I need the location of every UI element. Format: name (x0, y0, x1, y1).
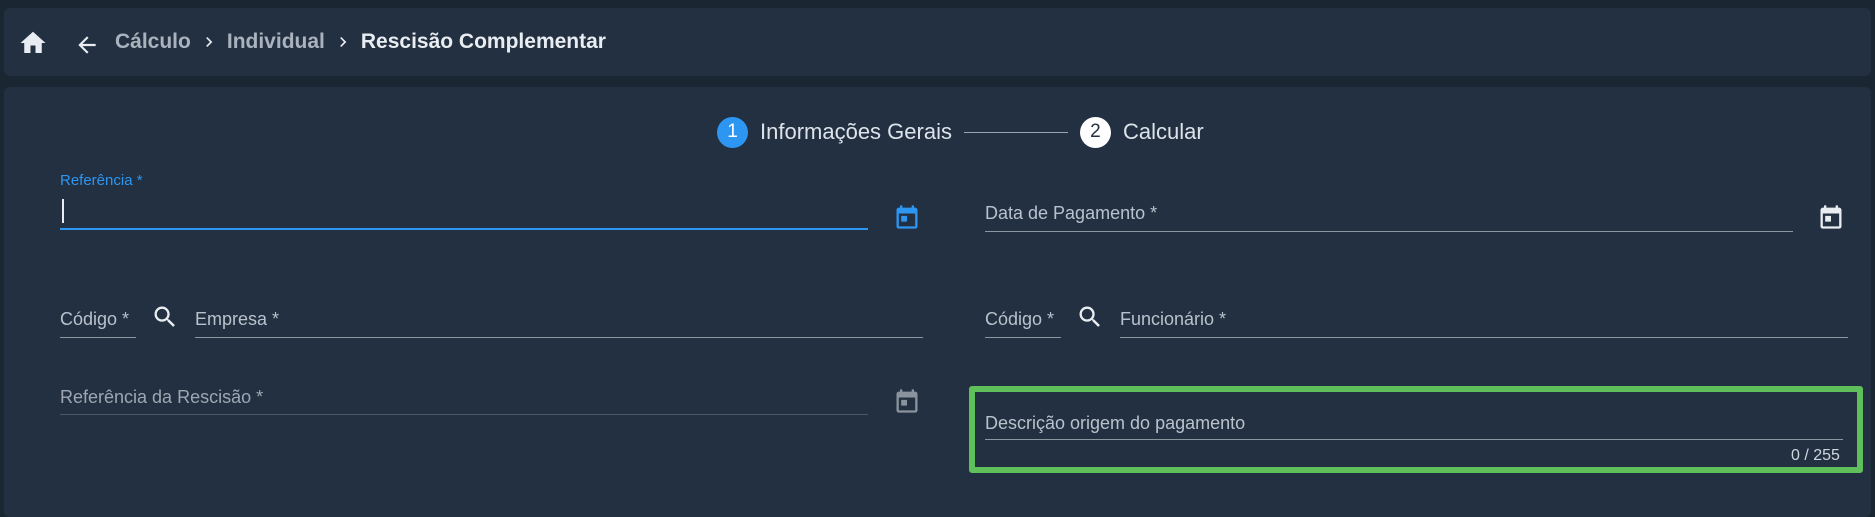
empresa-label: Empresa * (195, 309, 280, 329)
empresa-codigo-underline (60, 337, 136, 338)
stepper: 1 Informações Gerais 2 Calcular (717, 114, 1204, 150)
calendar-icon[interactable] (1817, 203, 1845, 236)
search-icon[interactable] (1076, 303, 1104, 336)
data-pagamento-field[interactable]: Data de Pagamento * (985, 200, 1793, 232)
referencia-rescisao-underline (60, 414, 868, 415)
breadcrumb: Cálculo Individual Rescisão Complementar (115, 8, 606, 76)
stepper-connector (963, 131, 1068, 133)
character-counter: 0 / 255 (1791, 447, 1840, 464)
home-icon[interactable] (18, 28, 48, 58)
text-caret (62, 199, 64, 223)
step-1-number[interactable]: 1 (717, 116, 748, 148)
funcionario-codigo-label: Código * (985, 309, 1055, 329)
data-pagamento-underline (985, 231, 1793, 232)
step-1-label[interactable]: Informações Gerais (760, 119, 952, 145)
referencia-rescisao-field[interactable]: Referência da Rescisão * (60, 383, 868, 415)
referencia-rescisao-label: Referência da Rescisão * (60, 387, 264, 407)
step-2-label[interactable]: Calcular (1123, 119, 1204, 145)
empresa-codigo-field[interactable]: Código * (60, 306, 136, 338)
referencia-label: Referência * (60, 172, 143, 189)
top-bar: Cálculo Individual Rescisão Complementar (4, 8, 1871, 76)
step-2-number[interactable]: 2 (1079, 116, 1111, 148)
funcionario-label: Funcionário * (1120, 309, 1227, 329)
descricao-origem-underline (985, 439, 1843, 440)
referencia-underline (60, 228, 868, 230)
breadcrumb-item-individual[interactable]: Individual (227, 30, 325, 54)
descricao-origem-field[interactable]: Descrição origem do pagamento (985, 410, 1843, 442)
referencia-field[interactable]: Referência * (60, 172, 868, 232)
descricao-origem-label: Descrição origem do pagamento (985, 413, 1246, 433)
empresa-codigo-label: Código * (60, 309, 130, 329)
breadcrumb-item-calculo[interactable]: Cálculo (115, 30, 191, 54)
funcionario-field[interactable]: Funcionário * (1120, 306, 1848, 338)
chevron-right-icon (333, 32, 353, 52)
funcionario-underline (1120, 337, 1848, 338)
funcionario-codigo-field[interactable]: Código * (985, 306, 1061, 338)
search-icon[interactable] (151, 303, 179, 336)
calendar-icon[interactable] (893, 203, 921, 236)
empresa-underline (195, 337, 923, 338)
breadcrumb-item-current: Rescisão Complementar (360, 30, 606, 53)
chevron-right-icon (199, 32, 219, 52)
empresa-field[interactable]: Empresa * (195, 306, 923, 338)
calendar-icon (893, 387, 921, 420)
arrow-left-icon[interactable] (74, 32, 100, 58)
funcionario-codigo-underline (985, 337, 1061, 338)
data-pagamento-label: Data de Pagamento * (985, 203, 1158, 223)
